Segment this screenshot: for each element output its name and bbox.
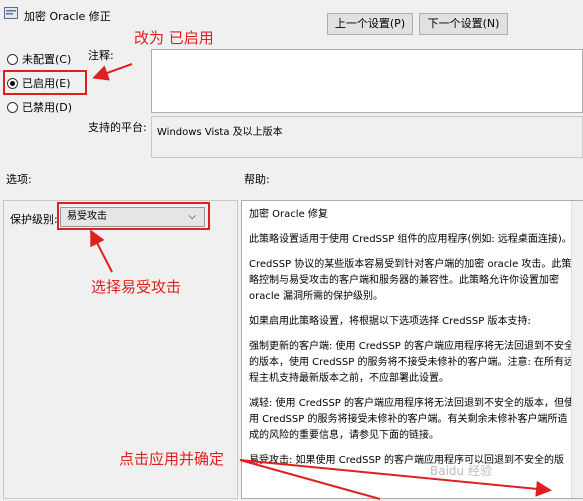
annotation-arrows	[90, 63, 552, 500]
watermark: Baidu 经验	[430, 464, 492, 478]
arrow-to-ok	[239, 459, 552, 497]
arrow-to-enabled	[92, 63, 133, 81]
arrow-to-dropdown	[90, 229, 113, 273]
